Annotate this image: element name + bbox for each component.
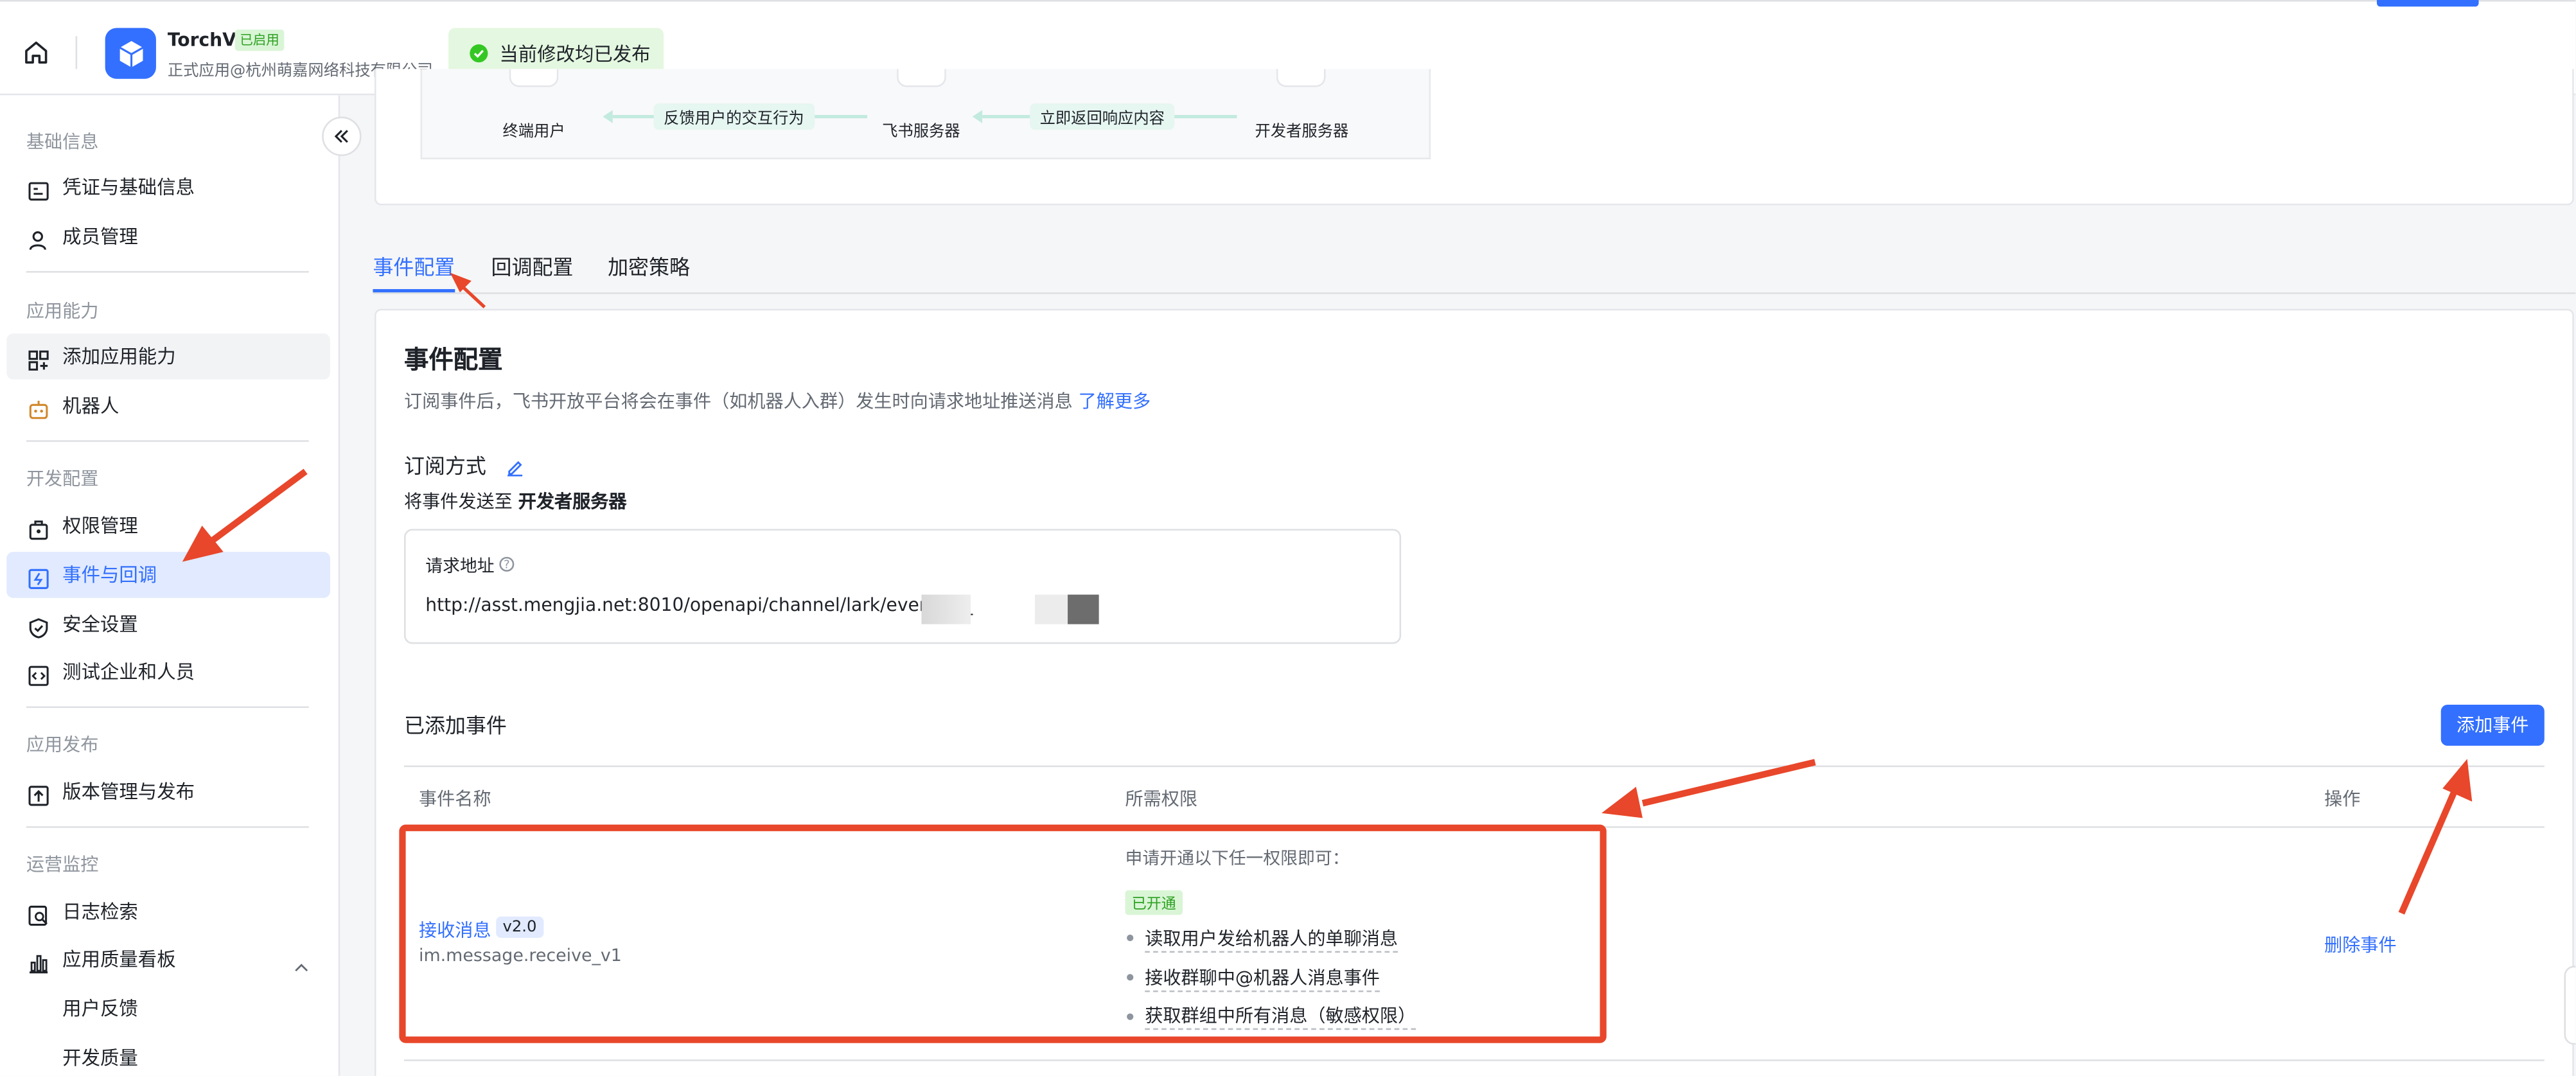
- arrow-tab-annotation: [450, 272, 486, 309]
- arrow-sidebar-annotation: [182, 468, 308, 562]
- annotation-arrows: [182, 272, 2473, 915]
- arrow-table-annotation: [1601, 759, 1816, 818]
- arrow-add-button-annotation: [2398, 759, 2473, 915]
